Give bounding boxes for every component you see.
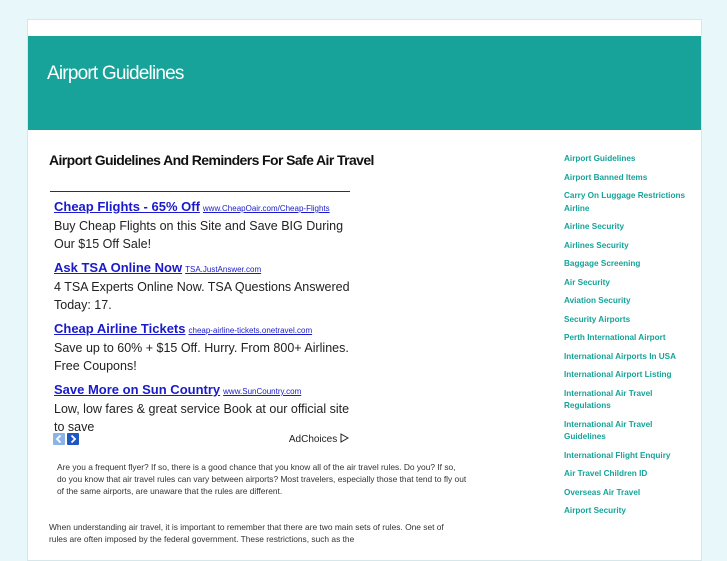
ad-description: 4 TSA Experts Online Now. TSA Questions … — [54, 280, 350, 312]
article-title: Airport Guidelines And Reminders For Saf… — [49, 152, 374, 168]
sidebar-link[interactable]: International Airports In USA — [564, 351, 689, 364]
sidebar-link[interactable]: International Air Travel Regulations — [564, 388, 689, 413]
sidebar-link[interactable]: International Airport Listing — [564, 369, 689, 382]
page-container: Airport Guidelines Airport Guidelines An… — [27, 19, 702, 561]
ad-url-link[interactable]: www.CheapOair.com/Cheap-Flights — [203, 204, 330, 213]
sidebar-link[interactable]: Aviation Security — [564, 295, 689, 308]
main-content: Airport Guidelines And Reminders For Saf… — [49, 152, 469, 544]
ad-item: Cheap Flights - 65% Off www.CheapOair.com… — [54, 198, 354, 253]
ad-title-link[interactable]: Ask TSA Online Now — [54, 260, 182, 275]
adchoices-label: AdChoices — [288, 434, 338, 445]
sidebar-nav: Airport Guidelines Airport Banned Items … — [564, 153, 689, 524]
ad-item: Save More on Sun Country www.SunCountry.c… — [54, 381, 354, 436]
ad-item: Ask TSA Online Now TSA.JustAnswer.com 4 T… — [54, 259, 354, 314]
sidebar-link[interactable]: Overseas Air Travel — [564, 487, 689, 500]
sidebar-link[interactable]: Carry On Luggage Restrictions Airline — [564, 190, 689, 215]
sidebar-link[interactable]: Perth International Airport — [564, 332, 689, 345]
adchoices-link[interactable]: AdChoices — [288, 433, 350, 445]
ad-title-link[interactable]: Cheap Airline Tickets — [54, 321, 186, 336]
sidebar-link[interactable]: Airport Guidelines — [564, 153, 689, 166]
sidebar-link[interactable]: International Air Travel Guidelines — [564, 419, 689, 444]
sidebar-link[interactable]: Airport Security — [564, 505, 689, 518]
ad-title-link[interactable]: Cheap Flights - 65% Off — [54, 199, 200, 214]
header-banner: Airport Guidelines — [28, 36, 701, 130]
sidebar-link[interactable]: Security Airports — [564, 314, 689, 327]
ad-url-link[interactable]: www.SunCountry.com — [223, 387, 301, 396]
ad-title-link[interactable]: Save More on Sun Country — [54, 382, 220, 397]
ad-description: Low, low fares & great service Book at o… — [54, 402, 350, 434]
sidebar-link[interactable]: Airport Banned Items — [564, 172, 689, 185]
sidebar-link[interactable]: Airlines Security — [564, 240, 689, 253]
chevron-left-icon[interactable] — [53, 433, 65, 445]
site-title[interactable]: Airport Guidelines — [47, 63, 184, 85]
adchoices-icon — [340, 433, 350, 443]
sidebar-link[interactable]: Air Travel Children ID — [564, 468, 689, 481]
ad-item: Cheap Airline Tickets cheap-airline-ticke… — [54, 320, 354, 375]
body-paragraph: When understanding air travel, it is imp… — [49, 522, 444, 544]
chevron-right-icon[interactable] — [67, 433, 79, 445]
ad-navigation: AdChoices — [53, 433, 350, 447]
sidebar-link[interactable]: Airline Security — [564, 221, 689, 234]
ad-description: Buy Cheap Flights on this Site and Save … — [54, 219, 344, 251]
sidebar-link[interactable]: Baggage Screening — [564, 258, 689, 271]
sidebar-link[interactable]: International Flight Enquiry — [564, 450, 689, 463]
ad-divider — [50, 191, 350, 192]
sidebar-link[interactable]: Air Security — [564, 277, 689, 290]
ad-block: Cheap Flights - 65% Off www.CheapOair.com… — [54, 198, 354, 442]
ad-description: Save up to 60% + $15 Off. Hurry. From 80… — [54, 341, 349, 373]
body-paragraph: Are you a frequent flyer? If so, there i… — [57, 462, 467, 496]
ad-url-link[interactable]: cheap-airline-tickets.onetravel.com — [189, 326, 313, 335]
ad-url-link[interactable]: TSA.JustAnswer.com — [185, 265, 261, 274]
